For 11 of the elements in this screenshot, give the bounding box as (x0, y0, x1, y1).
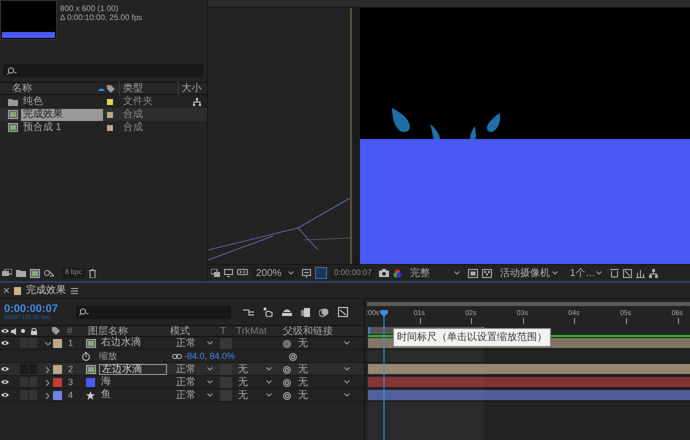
comp-info-text: 800 x 600 (1.00) (60, 4, 120, 13)
property-name: 缩放 (99, 350, 117, 363)
layer-number: 4 (68, 389, 74, 402)
layer-number: 3 (68, 376, 74, 389)
comp-info-text: Δ 0:00:10:00, 25.00 fps (60, 13, 142, 22)
layer-number: 2 (68, 363, 74, 376)
layer-number: 1 (68, 337, 74, 350)
tooltip: 时间标尺（单击以设置缩放范围） (393, 328, 551, 347)
item-type: 文件夹 (123, 94, 154, 108)
item-type: 合成 (123, 108, 144, 122)
item-type: 合成 (123, 120, 144, 135)
